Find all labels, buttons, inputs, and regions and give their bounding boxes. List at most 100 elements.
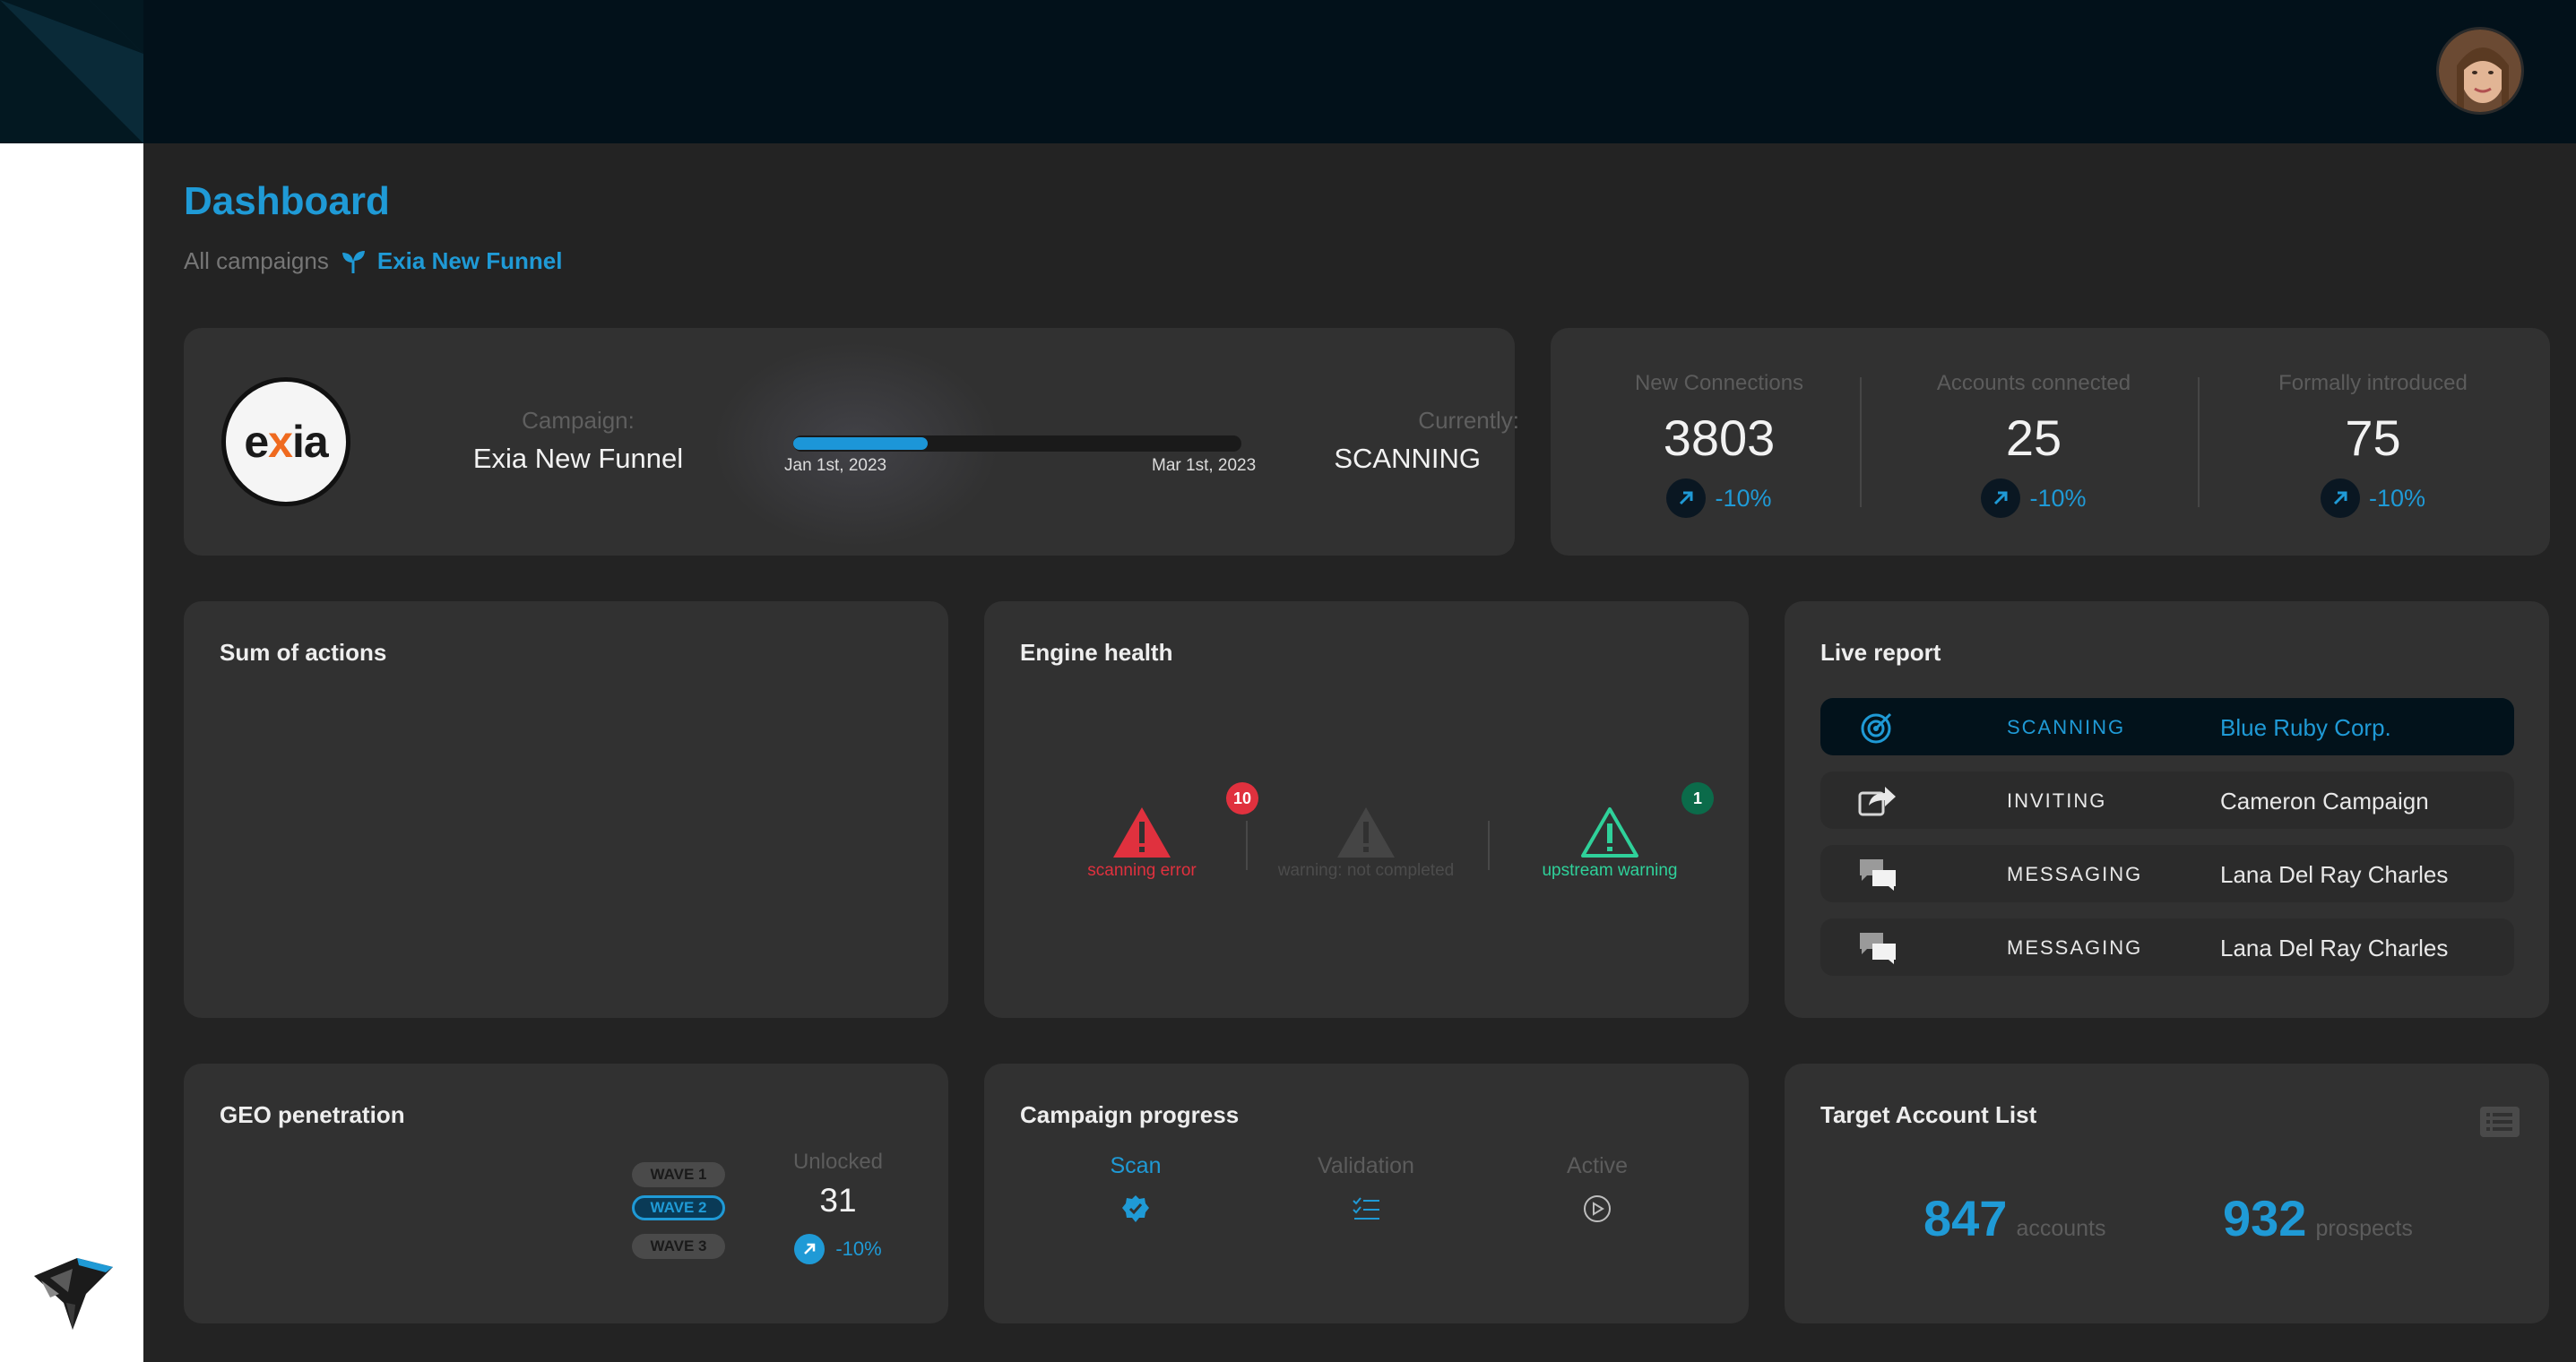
prospects-metric[interactable]: 932 prospects — [2223, 1189, 2413, 1247]
brand-logo: e x ia — [221, 377, 350, 506]
campaign-label: Campaign: — [522, 407, 635, 434]
card-title: Target Account List — [1820, 1101, 2037, 1128]
step-validation[interactable]: Validation — [1294, 1153, 1438, 1224]
brand-logo-text-b: ia — [291, 417, 329, 467]
health-badge: 10 — [1226, 782, 1258, 815]
warning-muted-icon — [1337, 807, 1395, 858]
list-icon[interactable] — [2480, 1107, 2520, 1137]
card-title: Live report — [1820, 639, 1941, 666]
health-divider — [1488, 821, 1490, 870]
warning-filled-icon — [1113, 807, 1171, 858]
stat-label: New Connections — [1634, 371, 1804, 395]
trend-arrow-icon — [2320, 478, 2360, 518]
step-label: Active — [1566, 1153, 1629, 1178]
live-report-card: Live report SCANNING Blue Ruby Corp. INV… — [1785, 601, 2549, 1018]
sprout-icon — [341, 250, 365, 273]
accounts-metric[interactable]: 847 accounts — [1923, 1189, 2106, 1247]
page-title: Dashboard — [184, 179, 390, 223]
stat-change: -10% — [1879, 478, 2189, 518]
unlocked-value: 31 — [819, 1182, 857, 1219]
live-status: MESSAGING — [2007, 936, 2143, 959]
sidebar-corner — [0, 0, 143, 143]
currently-label: Currently: — [1418, 407, 1519, 434]
timeline-start-date: Jan 1st, 2023 — [784, 456, 887, 475]
card-title: GEO penetration — [220, 1101, 405, 1128]
stat-divider — [2198, 377, 2200, 507]
accounts-value: 847 — [1923, 1190, 2008, 1246]
accounts-unit: accounts — [2016, 1216, 2106, 1241]
card-title: Sum of actions — [220, 639, 387, 666]
breadcrumb: All campaigns Exia New Funnel — [184, 247, 562, 275]
health-badge: 1 — [1681, 782, 1714, 815]
share-icon — [1858, 787, 1896, 816]
card-title: Engine health — [1020, 639, 1173, 666]
stat-change-value: -10% — [2029, 484, 2087, 512]
live-name: Cameron Campaign — [2220, 788, 2429, 815]
unlocked-change-value: -10% — [835, 1237, 882, 1260]
verified-badge-icon — [1122, 1195, 1149, 1222]
wave-2-pill[interactable]: WAVE 2 — [632, 1195, 725, 1220]
radar-icon — [1861, 712, 1892, 744]
health-label: scanning error — [1087, 861, 1197, 880]
timeline-end-date: Mar 1st, 2023 — [1152, 456, 1257, 475]
campaign-card: e x ia Campaign: Exia New Funnel Jan 1st, … — [184, 328, 1519, 556]
live-name: Lana Del Ray Charles — [2220, 861, 2449, 888]
engine-health-card: Engine health 10 scanning error warning:… — [984, 601, 1749, 1018]
step-label: Validation — [1318, 1153, 1414, 1178]
live-status: INVITING — [2007, 789, 2107, 812]
step-scan[interactable]: Scan — [1064, 1153, 1207, 1224]
sidebar — [0, 0, 143, 1362]
breadcrumb-current[interactable]: Exia New Funnel — [377, 247, 563, 275]
target-account-list-card: Target Account List 847 accounts 932 pro… — [1785, 1064, 2549, 1323]
live-name: Blue Ruby Corp. — [2220, 714, 2391, 741]
live-report-row[interactable]: MESSAGING Lana Del Ray Charles — [1820, 845, 2514, 902]
live-status: SCANNING — [2007, 716, 2126, 738]
stat-value: 3803 — [1663, 409, 1776, 466]
prospects-value: 932 — [2223, 1190, 2307, 1246]
stat-divider — [1860, 377, 1862, 507]
card-title: Campaign progress — [1020, 1101, 1240, 1128]
stat-value: 25 — [2005, 409, 2062, 466]
timeline-progress — [793, 437, 928, 450]
user-avatar[interactable] — [2436, 27, 2524, 115]
trend-arrow-icon — [1666, 478, 1707, 518]
prospects-unit: prospects — [2315, 1216, 2413, 1241]
live-report-row[interactable]: MESSAGING Lana Del Ray Charles — [1820, 918, 2514, 976]
health-label: upstream warning — [1542, 861, 1678, 880]
chat-icon — [1860, 933, 1896, 964]
live-name: Lana Del Ray Charles — [2220, 935, 2449, 961]
chat-icon — [1860, 859, 1896, 891]
wave-1-pill[interactable]: WAVE 1 — [632, 1162, 725, 1187]
stats-card: New Connections 3803 -10% Accounts conne… — [1551, 328, 2550, 556]
checklist-icon — [1353, 1197, 1379, 1220]
stat-change-value: -10% — [2368, 484, 2426, 512]
stat-change: -10% — [2214, 478, 2532, 518]
play-circle-icon — [1584, 1195, 1611, 1222]
live-report-row[interactable]: SCANNING Blue Ruby Corp. — [1820, 698, 2514, 755]
sum-of-actions-card: Sum of actions — [184, 601, 948, 1018]
step-label: Scan — [1110, 1153, 1162, 1178]
stat-change: -10% — [1551, 478, 1888, 518]
campaign-name: Exia New Funnel — [472, 443, 684, 474]
health-divider — [1246, 821, 1248, 870]
top-bar — [143, 0, 2576, 143]
stat-value: 75 — [2345, 409, 2401, 466]
wave-3-pill[interactable]: WAVE 3 — [632, 1234, 725, 1259]
campaign-progress-card: Campaign progress Scan Validation Active — [984, 1064, 1749, 1323]
warning-outline-icon — [1581, 807, 1638, 858]
stat-change-value: -10% — [1715, 484, 1772, 512]
trend-arrow-icon — [1981, 478, 2021, 518]
live-status: MESSAGING — [2007, 863, 2143, 885]
trend-arrow-icon — [794, 1234, 826, 1264]
health-label: warning: not completed — [1277, 861, 1455, 880]
brand-logo-text-a: e — [244, 417, 269, 467]
step-active[interactable]: Active — [1526, 1153, 1669, 1224]
campaign-timeline — [793, 435, 1241, 452]
stat-label: Accounts connected — [1936, 371, 2131, 395]
currently-value: SCANNING — [1334, 443, 1481, 474]
app-logo-icon[interactable] — [23, 1240, 122, 1339]
unlocked-change: -10% — [775, 1234, 901, 1264]
breadcrumb-root[interactable]: All campaigns — [184, 247, 329, 275]
live-report-row[interactable]: INVITING Cameron Campaign — [1820, 772, 2514, 829]
unlocked-label: Unlocked — [792, 1150, 884, 1174]
